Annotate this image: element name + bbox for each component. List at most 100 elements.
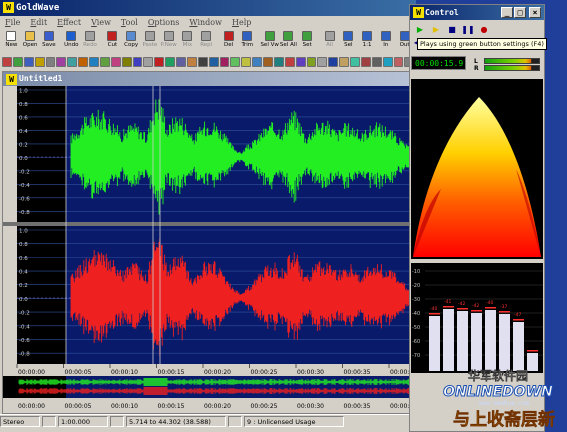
record-button[interactable]: ●: [477, 23, 491, 35]
effect-tool-icon[interactable]: [34, 57, 45, 67]
menu-edit[interactable]: Edit: [30, 16, 47, 29]
effect-tool-icon[interactable]: [306, 57, 317, 67]
effect-tool-icon[interactable]: [263, 57, 273, 67]
overview-selection: [66, 376, 413, 398]
toolbar-sel-vw-button[interactable]: Sel Vw: [260, 29, 279, 53]
trim-icon: [242, 31, 253, 41]
toolbar-label: Copy: [124, 42, 139, 48]
amplitude-tick-label: 0.8: [19, 102, 28, 108]
right-channel-label: R: [474, 65, 479, 72]
goldwave-logo-icon: W: [3, 2, 14, 13]
menu-options[interactable]: Options: [148, 16, 180, 29]
document-title-bar[interactable]: W Untitled1: [3, 72, 413, 86]
toolbar-trim-button[interactable]: Trim: [238, 29, 257, 53]
effect-tool-icon[interactable]: [121, 57, 132, 67]
toolbar-label: Sel Vw: [260, 42, 279, 48]
toolbar-repl-button[interactable]: Repl: [197, 29, 216, 53]
menu-file[interactable]: File: [5, 16, 20, 29]
effect-tool-icon[interactable]: [165, 57, 175, 67]
toolbar-mix-button[interactable]: Mix: [178, 29, 197, 53]
status-selection: 5.714 to 44.302 (38.588): [126, 416, 226, 427]
effect-tool-icon[interactable]: [99, 57, 110, 67]
menu-tool[interactable]: Tool: [121, 16, 138, 29]
waveform-view[interactable]: 1.00.80.60.40.20.0-0.2-0.4-0.6-0.81.00.8…: [3, 86, 413, 413]
maximize-icon[interactable]: □: [514, 7, 526, 18]
effect-tool-icon[interactable]: [110, 57, 121, 67]
toolbar-1-1-button[interactable]: 1:1: [358, 29, 377, 53]
effect-tool-icon[interactable]: [197, 57, 208, 67]
effect-tool-icon[interactable]: [273, 57, 284, 67]
effect-tool-icon[interactable]: [89, 57, 99, 67]
close-icon[interactable]: ×: [529, 7, 541, 18]
effect-tool-icon[interactable]: [328, 57, 339, 67]
timeline-label: 00:00:30: [297, 369, 324, 376]
effect-tool-icon[interactable]: [186, 57, 197, 67]
play-green-button[interactable]: ▶: [413, 23, 427, 35]
effect-tool-icon[interactable]: [45, 57, 56, 67]
minimize-icon[interactable]: _: [501, 7, 513, 18]
timeline-label: 00:00:05: [65, 369, 92, 376]
amplitude-tick-label: 1.0: [19, 89, 28, 95]
effect-tool-icon[interactable]: [56, 57, 67, 67]
effect-tool-icon[interactable]: [67, 57, 78, 67]
effect-tool-icon[interactable]: [230, 57, 241, 67]
pause-button[interactable]: ❚❚: [461, 23, 475, 35]
effect-tool-icon[interactable]: [154, 57, 165, 67]
effect-tool-icon[interactable]: [371, 57, 382, 67]
effect-tool-icon[interactable]: [23, 57, 34, 67]
menu-window[interactable]: Window: [189, 16, 222, 29]
toolbar-sel-button[interactable]: Sel: [339, 29, 358, 53]
effect-tool-icon[interactable]: [360, 57, 371, 67]
effect-tool-icon[interactable]: [219, 57, 230, 67]
toolbar-del-button[interactable]: Del: [219, 29, 238, 53]
control-title-bar[interactable]: W Control _ □ ×: [410, 5, 544, 20]
effect-tool-icon[interactable]: [252, 57, 262, 67]
effect-tool-icon[interactable]: [132, 57, 143, 67]
toolbar-all-button[interactable]: All: [320, 29, 339, 53]
spectrum-bar: [443, 309, 454, 371]
effect-tool-icon[interactable]: [2, 57, 12, 67]
toolbar-new-button[interactable]: New: [2, 29, 21, 53]
amplitude-tick-label: 0.2: [19, 283, 28, 289]
spectrum-peak-marker: [485, 307, 496, 309]
toolbar-cut-button[interactable]: Cut: [103, 29, 122, 53]
effect-tool-icon[interactable]: [208, 57, 219, 67]
effect-tool-icon[interactable]: [78, 57, 88, 67]
menu-help[interactable]: Help: [232, 16, 251, 29]
menu-effect[interactable]: Effect: [57, 16, 81, 29]
toolbar-undo-button[interactable]: Undo: [62, 29, 81, 53]
app-title-bar[interactable]: W GoldWave: [0, 0, 416, 16]
effect-tool-icon[interactable]: [382, 57, 393, 67]
toolbar-open-button[interactable]: Open: [21, 29, 40, 53]
spectrum-peak-marker: [527, 350, 538, 352]
toolbar-redo-button[interactable]: Redo: [81, 29, 100, 53]
toolbar-label: Set: [302, 42, 312, 48]
effect-tool-icon[interactable]: [317, 57, 328, 67]
effect-tool-icon[interactable]: [339, 57, 349, 67]
effect-tool-icon[interactable]: [295, 57, 306, 67]
toolbar-p-new-button[interactable]: P.New: [159, 29, 178, 53]
onlinedown-watermark-logo: 华军软件园 ONLINEDOWN www.newhua.com 与上收斋层新: [443, 368, 556, 430]
timeline-label: 00:00:25: [251, 369, 278, 376]
toolbar-copy-button[interactable]: Copy: [122, 29, 141, 53]
toolbar-sel-all-button[interactable]: Sel All: [279, 29, 298, 53]
effect-tool-icon[interactable]: [241, 57, 252, 67]
toolbar-in-button[interactable]: In: [376, 29, 395, 53]
effect-tool-icon[interactable]: [176, 57, 186, 67]
effect-tool-icon[interactable]: [350, 57, 360, 67]
menu-view[interactable]: View: [91, 16, 111, 29]
spectrum-peak-marker: [429, 313, 440, 315]
spectrum-peak-label: -40: [430, 306, 437, 312]
effect-tool-icon[interactable]: [284, 57, 295, 67]
effect-tool-icon[interactable]: [12, 57, 23, 67]
main-window: W GoldWave File Edit Effect View Tool Op…: [0, 0, 416, 432]
toolbar-paste-button[interactable]: Paste: [141, 29, 160, 53]
control-logo-icon: W: [413, 7, 424, 18]
stop-button[interactable]: ■: [445, 23, 459, 35]
amplitude-tick-label: 0.6: [19, 115, 28, 121]
toolbar-set-button[interactable]: Set: [298, 29, 317, 53]
play-yellow-button[interactable]: ▶: [429, 23, 443, 35]
toolbar-save-button[interactable]: Save: [40, 29, 59, 53]
effect-tool-icon[interactable]: [393, 57, 404, 67]
effect-tool-icon[interactable]: [143, 57, 154, 67]
